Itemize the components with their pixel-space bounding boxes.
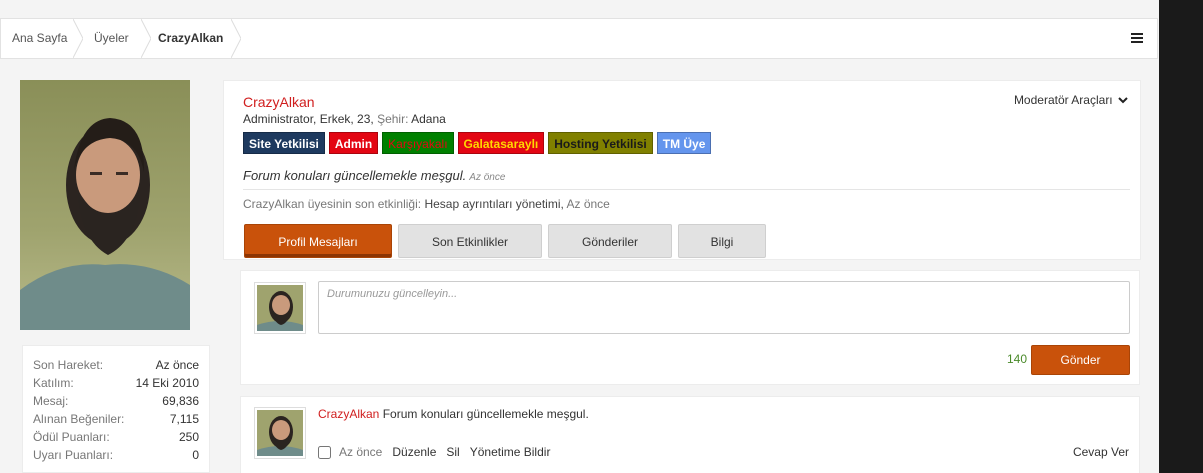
message-author[interactable]: CrazyAlkan [318, 407, 379, 421]
status-time: Az önce [469, 172, 506, 183]
member-stats: Son Hareket: Az önce Katılım: 14 Eki 2010 … [22, 345, 210, 473]
tab-recent-activity[interactable]: Son Etkinlikler [398, 224, 542, 258]
stat-trophy-points: Ödül Puanları: 250 [33, 430, 199, 444]
message-actions: Az önce Düzenle Sil Yönetime Bildir [318, 445, 560, 459]
stat-likes: Alınan Beğeniler: 7,115 [33, 412, 199, 426]
delete-link[interactable]: Sil [446, 445, 459, 459]
breadcrumb-current[interactable]: CrazyAlkan [158, 19, 223, 58]
stat-warning-points: Uyarı Puanları: 0 [33, 448, 199, 462]
message-text: CrazyAlkan Forum konuları güncellemekle … [318, 407, 589, 421]
composer-avatar [254, 282, 306, 334]
stat-messages: Mesaj: 69,836 [33, 394, 199, 408]
breadcrumb-separator-icon [73, 19, 83, 58]
chevron-down-icon [1118, 97, 1128, 104]
message-time[interactable]: Az önce [339, 445, 382, 459]
stat-joined: Katılım: 14 Eki 2010 [33, 376, 199, 390]
badge-site-staff: Site Yetkilisi [243, 132, 325, 154]
send-button[interactable]: Gönder [1031, 345, 1130, 375]
tab-information[interactable]: Bilgi [678, 224, 766, 258]
badge-tm-member: TM Üye [656, 132, 712, 154]
badge-galatasaray: Galatasaraylı [457, 132, 545, 154]
last-activity: CrazyAlkan üyesinin son etkinliği: Hesap… [243, 197, 610, 211]
breadcrumb-separator-icon [141, 19, 151, 58]
edit-link[interactable]: Düzenle [392, 445, 436, 459]
report-link[interactable]: Yönetime Bildir [470, 445, 551, 459]
breadcrumb-separator-icon [231, 19, 241, 58]
badge-karsiyaka: Karşıyakalı [382, 132, 454, 154]
username[interactable]: CrazyAlkan [243, 94, 315, 110]
badge-admin: Admin [328, 132, 379, 154]
user-badges: Site Yetkilisi Admin Karşıyakalı Galatas… [243, 132, 712, 154]
hamburger-icon[interactable] [1129, 30, 1145, 46]
activity-time: Az önce [566, 197, 610, 211]
profile-avatar [20, 80, 190, 330]
activity-action: Hesap ayrıntıları yönetimi, [424, 197, 564, 211]
breadcrumb: Ana Sayfa Üyeler CrazyAlkan [0, 18, 1158, 59]
stat-last-activity: Son Hareket: Az önce [33, 358, 199, 372]
tab-profile-posts[interactable]: Profil Mesajları [244, 224, 392, 258]
breadcrumb-members[interactable]: Üyeler [94, 19, 129, 58]
profile-tabs: Profil Mesajları Son Etkinlikler Gönderi… [244, 224, 766, 258]
breadcrumb-home[interactable]: Ana Sayfa [12, 19, 67, 58]
tab-postings[interactable]: Gönderiler [548, 224, 672, 258]
status-composer: 140 Gönder [240, 270, 1140, 385]
current-status: Forum konuları güncellemekle meşgul. Az ö… [243, 168, 506, 183]
user-city[interactable]: Adana [411, 112, 446, 126]
divider [243, 189, 1130, 190]
profile-header: CrazyAlkan Administrator, Erkek, 23, Şeh… [223, 80, 1141, 260]
message-avatar[interactable] [254, 407, 306, 459]
status-input[interactable] [318, 281, 1130, 334]
reply-link[interactable]: Cevap Ver [1073, 445, 1129, 459]
message-select-checkbox[interactable] [318, 445, 331, 459]
char-counter: 140 [1007, 352, 1028, 366]
list-item: CrazyAlkan Forum konuları güncellemekle … [240, 396, 1140, 473]
moderator-tools-menu[interactable]: Moderatör Araçları [1014, 93, 1128, 107]
window-edge [1159, 0, 1203, 473]
user-info: Administrator, Erkek, 23, Şehir: Adana [243, 112, 446, 126]
badge-hosting-staff: Hosting Yetkilisi [548, 132, 653, 154]
